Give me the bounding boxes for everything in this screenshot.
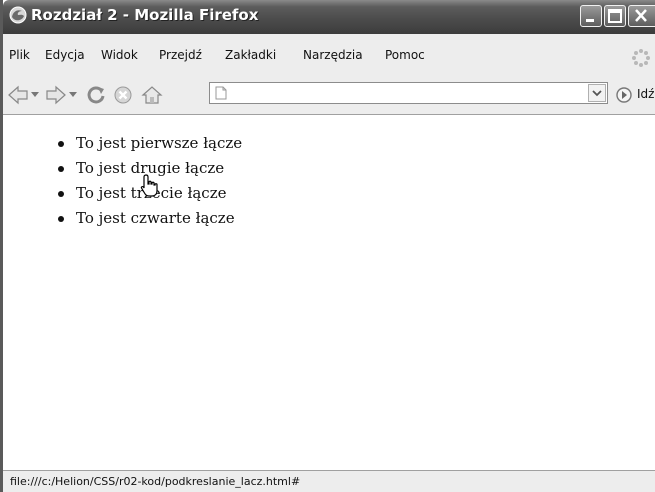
menu-item-narzedzia[interactable]: Narzędzia [303,48,363,62]
minimize-button[interactable] [580,5,602,27]
back-icon[interactable] [7,85,29,105]
bullet [58,166,64,172]
menu-item-przejdz[interactable]: Przejdź [159,48,202,62]
go-icon[interactable] [615,86,633,104]
bullet [58,191,64,197]
close-icon [635,9,647,22]
list-item[interactable]: To jest pierwsze łącze [56,131,242,156]
list-item[interactable]: To jest czwarte łącze [56,206,242,231]
url-bar[interactable] [209,82,608,104]
menu-item-zakladki[interactable]: Zakładki [225,48,276,62]
page-content: To jest pierwsze łącze To jest drugie łą… [6,115,655,470]
maximize-button[interactable] [604,5,626,27]
forward-icon[interactable] [45,85,67,105]
minimize-icon [586,19,594,22]
back-dropdown-icon[interactable] [31,92,39,98]
menu-bar: Plik Edycja Widok Przejdź Zakładki Narzę… [3,34,655,77]
close-button[interactable] [628,5,655,27]
hand-cursor-icon [140,174,158,197]
menu-item-edycja[interactable]: Edycja [45,48,85,62]
title-bar[interactable]: Rozdział 2 - Mozilla Firefox [3,0,655,34]
maximize-icon [608,9,622,23]
menu-item-plik[interactable]: Plik [9,48,30,62]
status-text: file:///c:/Helion/CSS/r02-kod/podkreslan… [10,475,301,488]
throbber-icon [632,49,650,67]
chevron-down-icon [592,90,602,97]
navigation-toolbar [3,76,655,115]
link-text[interactable]: To jest pierwsze łącze [76,134,242,152]
url-dropdown-button[interactable] [588,84,606,102]
window-title: Rozdział 2 - Mozilla Firefox [31,6,259,24]
page-icon [215,86,227,100]
menu-item-pomoc[interactable]: Pomoc [385,48,425,62]
bullet [58,216,64,222]
status-bar: file:///c:/Helion/CSS/r02-kod/podkreslan… [3,470,655,492]
link-text[interactable]: To jest czwarte łącze [76,209,235,227]
home-icon[interactable] [141,85,163,105]
menu-item-widok[interactable]: Widok [101,48,138,62]
reload-icon[interactable] [85,85,107,105]
forward-dropdown-icon[interactable] [69,92,77,98]
bullet [58,141,64,147]
go-button-label[interactable]: Idź [637,87,654,101]
firefox-icon [9,6,27,24]
browser-window: Rozdział 2 - Mozilla Firefox Plik Edycja… [0,0,655,492]
stop-icon[interactable] [113,85,133,105]
